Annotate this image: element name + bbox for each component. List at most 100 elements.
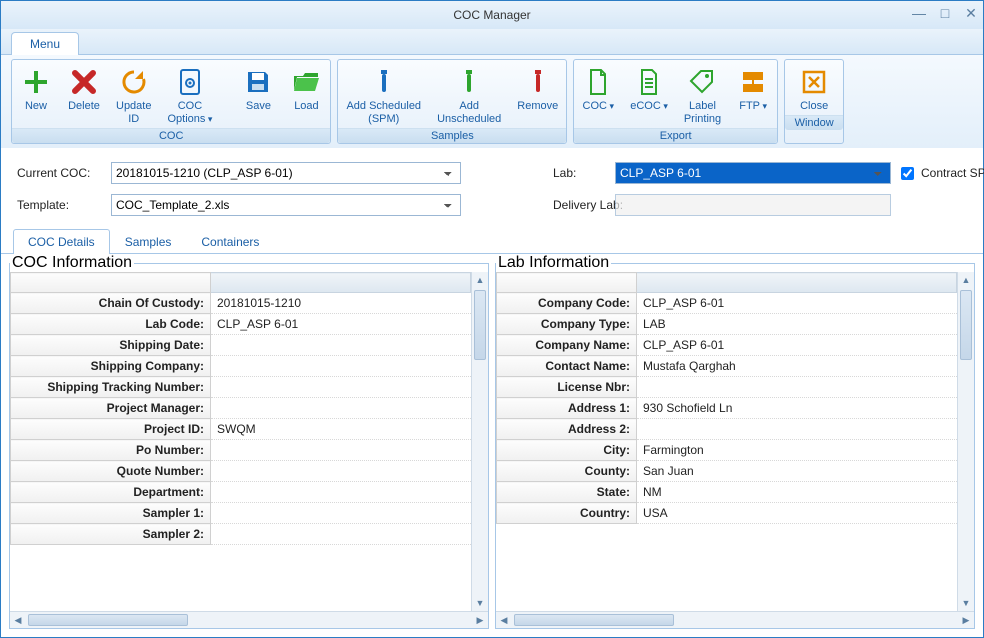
contract-spm-checkbox[interactable]: [901, 167, 914, 180]
template-combo[interactable]: COC_Template_2.xls: [111, 194, 461, 216]
table-row: License Nbr:: [497, 377, 957, 398]
row-value[interactable]: [637, 377, 957, 398]
coc-vscroll[interactable]: ▲▼: [471, 272, 488, 611]
ftp-icon: [737, 66, 769, 98]
add-scheduled-button[interactable]: Add Scheduled (SPM): [338, 64, 429, 128]
row-value[interactable]: [211, 335, 471, 356]
delivery-lab-label: Delivery Lab:: [553, 198, 609, 212]
row-value[interactable]: [211, 377, 471, 398]
close-button[interactable]: Close: [785, 64, 843, 115]
row-label: Contact Name:: [497, 356, 637, 377]
lab-combo[interactable]: CLP_ASP 6-01: [615, 162, 891, 184]
row-value[interactable]: CLP_ASP 6-01: [637, 293, 957, 314]
row-value[interactable]: USA: [637, 503, 957, 524]
row-value[interactable]: [211, 503, 471, 524]
delete-button[interactable]: Delete: [60, 64, 108, 128]
table-row: Address 1:930 Schofield Ln: [497, 398, 957, 419]
lab-info-fieldset: Lab Information Company Code:CLP_ASP 6-0…: [495, 254, 975, 629]
minimize-button[interactable]: —: [911, 5, 927, 22]
table-row: Po Number:: [11, 440, 471, 461]
row-label: Shipping Company:: [11, 356, 211, 377]
coc-info-table: Chain Of Custody:20181015-1210Lab Code:C…: [10, 272, 471, 545]
row-value[interactable]: SWQM: [211, 419, 471, 440]
tab-containers[interactable]: Containers: [186, 229, 274, 254]
current-coc-combo[interactable]: 20181015-1210 (CLP_ASP 6-01): [111, 162, 461, 184]
row-label: County:: [497, 461, 637, 482]
table-row: Shipping Company:: [11, 356, 471, 377]
export-ecoc-button[interactable]: eCOC: [622, 64, 676, 128]
ribbon-group-export: COC eCOC Label Printing: [573, 59, 778, 144]
lab-vscroll[interactable]: ▲▼: [957, 272, 974, 611]
table-row: City:Farmington: [497, 440, 957, 461]
lab-info-legend: Lab Information: [496, 254, 611, 272]
table-row: Sampler 2:: [11, 524, 471, 545]
save-button[interactable]: Save: [234, 64, 282, 128]
table-row: Contact Name:Mustafa Qarghah: [497, 356, 957, 377]
ribbon-group-window-label: Window: [785, 115, 843, 130]
vial-blue-icon: [368, 66, 400, 98]
new-button[interactable]: New: [12, 64, 60, 128]
row-value[interactable]: [211, 440, 471, 461]
remove-sample-button[interactable]: Remove: [509, 64, 566, 128]
coc-info-legend: COC Information: [10, 254, 134, 272]
close-window-button[interactable]: ✕: [963, 5, 979, 22]
label-printing-button[interactable]: Label Printing: [676, 64, 729, 128]
table-row: Sampler 1:: [11, 503, 471, 524]
row-value[interactable]: 930 Schofield Ln: [637, 398, 957, 419]
table-row: Project Manager:: [11, 398, 471, 419]
ribbon-group-window: Close Window: [784, 59, 844, 144]
table-row: Department:: [11, 482, 471, 503]
row-label: Department:: [11, 482, 211, 503]
window-title: COC Manager: [453, 8, 530, 22]
table-row: Chain Of Custody:20181015-1210: [11, 293, 471, 314]
row-value[interactable]: Mustafa Qarghah: [637, 356, 957, 377]
row-value[interactable]: Farmington: [637, 440, 957, 461]
update-id-button[interactable]: Update ID: [108, 64, 159, 128]
table-row: Shipping Tracking Number:: [11, 377, 471, 398]
row-value[interactable]: [211, 356, 471, 377]
row-value[interactable]: CLP_ASP 6-01: [637, 335, 957, 356]
row-value[interactable]: LAB: [637, 314, 957, 335]
vial-green-icon: [453, 66, 485, 98]
delivery-lab-combo: [615, 194, 891, 216]
row-label: Company Type:: [497, 314, 637, 335]
row-label: State:: [497, 482, 637, 503]
row-value[interactable]: CLP_ASP 6-01: [211, 314, 471, 335]
row-value[interactable]: [211, 398, 471, 419]
app-window: COC Manager — □ ✕ Menu New: [0, 0, 984, 638]
row-value[interactable]: San Juan: [637, 461, 957, 482]
row-label: Chain Of Custody:: [11, 293, 211, 314]
window-controls: — □ ✕: [911, 5, 979, 22]
row-label: Quote Number:: [11, 461, 211, 482]
current-coc-label: Current COC:: [17, 166, 105, 180]
export-coc-button[interactable]: COC: [574, 64, 622, 128]
row-label: Address 1:: [497, 398, 637, 419]
add-unscheduled-button[interactable]: Add Unscheduled: [429, 64, 509, 128]
row-value[interactable]: 20181015-1210: [211, 293, 471, 314]
panes: COC Information Chain Of Custody:2018101…: [1, 254, 983, 637]
lab-hscroll[interactable]: ◀▶: [496, 611, 974, 628]
row-value[interactable]: [211, 482, 471, 503]
tab-samples[interactable]: Samples: [110, 229, 187, 254]
lab-info-table: Company Code:CLP_ASP 6-01Company Type:LA…: [496, 272, 957, 524]
vial-red-icon: [522, 66, 554, 98]
ftp-button[interactable]: FTP: [729, 64, 777, 128]
row-value[interactable]: [637, 419, 957, 440]
row-label: Shipping Tracking Number:: [11, 377, 211, 398]
table-row: State:NM: [497, 482, 957, 503]
row-value[interactable]: NM: [637, 482, 957, 503]
menu-tab[interactable]: Menu: [11, 32, 79, 55]
coc-hscroll[interactable]: ◀▶: [10, 611, 488, 628]
ribbon-group-samples-label: Samples: [338, 128, 566, 143]
row-value[interactable]: [211, 524, 471, 545]
menu-bar: Menu: [1, 29, 983, 55]
row-label: Project ID:: [11, 419, 211, 440]
gear-document-icon: [174, 66, 206, 98]
tab-coc-details[interactable]: COC Details: [13, 229, 110, 254]
plus-icon: [20, 66, 52, 98]
row-value[interactable]: [211, 461, 471, 482]
load-button[interactable]: Load: [282, 64, 330, 128]
maximize-button[interactable]: □: [937, 5, 953, 22]
coc-options-button[interactable]: COC Options: [159, 64, 220, 128]
folder-open-icon: [290, 66, 322, 98]
